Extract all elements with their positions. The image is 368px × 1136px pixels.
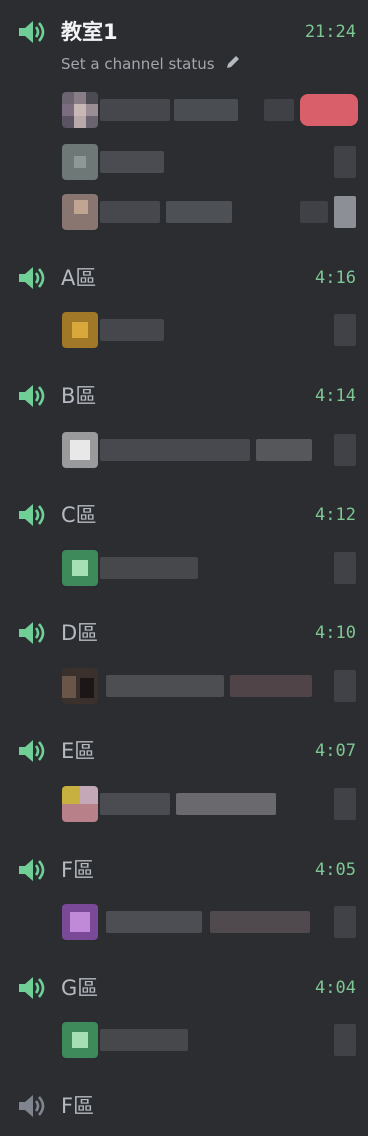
channel-timer: 4:14 [315, 386, 356, 406]
live-badge [300, 94, 358, 126]
avatar [62, 92, 98, 128]
channel-name: A區 [61, 266, 97, 290]
voice-channel-d[interactable]: D區 4:10 [0, 613, 368, 653]
voice-channel-g[interactable]: G區 4:04 [0, 968, 368, 1008]
avatar [62, 432, 98, 468]
avatar [62, 668, 98, 704]
channel-name: 教室1 [61, 20, 118, 44]
speaker-icon [16, 974, 46, 1002]
voice-member[interactable] [0, 782, 368, 826]
voice-channel-c[interactable]: C區 4:12 [0, 495, 368, 535]
avatar [62, 1022, 98, 1058]
speaker-icon [16, 619, 46, 647]
avatar [62, 550, 98, 586]
speaker-icon [16, 382, 46, 410]
channel-name: G區 [61, 976, 99, 1000]
voice-member[interactable] [0, 140, 368, 184]
voice-member[interactable] [0, 428, 368, 472]
voice-channel-a[interactable]: A區 4:16 [0, 258, 368, 298]
voice-channel-f[interactable]: F區 4:05 [0, 850, 368, 890]
voice-channel-f-inactive[interactable]: F區 [0, 1086, 368, 1126]
voice-member[interactable] [0, 664, 368, 708]
channel-status-label: Set a channel status [61, 55, 215, 73]
avatar [62, 786, 98, 822]
channel-name: E區 [61, 739, 96, 763]
channel-timer: 21:24 [304, 22, 356, 42]
channel-timer: 4:10 [315, 623, 356, 643]
channel-timer: 4:12 [315, 505, 356, 525]
voice-channel-e[interactable]: E區 4:07 [0, 731, 368, 771]
voice-channel-b[interactable]: B區 4:14 [0, 376, 368, 416]
channel-timer: 4:05 [315, 860, 356, 880]
avatar [62, 194, 98, 230]
voice-member[interactable] [0, 1018, 368, 1062]
voice-member[interactable] [0, 88, 368, 132]
channel-timer: 4:16 [315, 268, 356, 288]
channel-name: F區 [61, 1094, 95, 1118]
avatar [62, 904, 98, 940]
speaker-icon [16, 1092, 46, 1120]
channel-name: B區 [61, 384, 97, 408]
speaker-icon [16, 737, 46, 765]
voice-member[interactable] [0, 190, 368, 234]
voice-member[interactable] [0, 900, 368, 944]
channel-timer: 4:04 [315, 978, 356, 998]
avatar [62, 312, 98, 348]
speaker-icon [16, 856, 46, 884]
set-channel-status-button[interactable]: Set a channel status [61, 54, 241, 75]
speaker-icon [16, 264, 46, 292]
channel-timer: 4:07 [315, 741, 356, 761]
speaker-icon [16, 18, 46, 46]
voice-member[interactable] [0, 308, 368, 352]
pencil-icon [225, 54, 241, 75]
channel-name: C區 [61, 503, 97, 527]
avatar [62, 144, 98, 180]
speaker-icon [16, 501, 46, 529]
channel-name: D區 [61, 621, 99, 645]
voice-channel-classroom1[interactable]: 教室1 21:24 Set a channel status [0, 12, 368, 73]
voice-member[interactable] [0, 546, 368, 590]
channel-name: F區 [61, 858, 95, 882]
